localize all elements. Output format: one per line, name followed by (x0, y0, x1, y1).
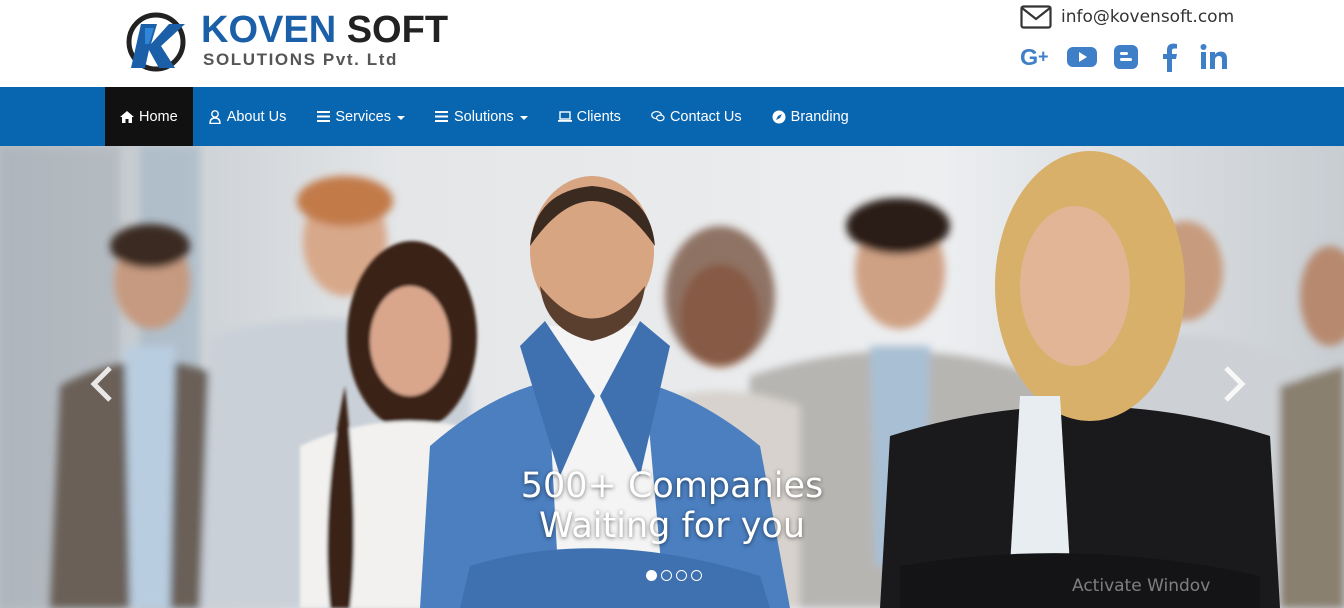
svg-text:+: + (1038, 46, 1049, 66)
main-navbar: Home About Us Services Solutions Clients… (0, 87, 1344, 146)
user-icon (208, 109, 222, 124)
nav-menu: Home About Us Services Solutions Clients… (105, 87, 864, 146)
nav-label-home: Home (139, 108, 178, 125)
nav-label-branding: Branding (790, 108, 849, 125)
nav-item-clients[interactable]: Clients (543, 87, 636, 146)
chevron-down-icon (519, 115, 528, 120)
menu-icon (435, 110, 449, 124)
carousel-dot-1[interactable] (646, 570, 657, 581)
chevron-down-icon (396, 115, 405, 120)
logo-subtitle: SOLUTIONS Pvt. Ltd (203, 50, 399, 69)
logo-name-part2: SOFT (346, 9, 449, 51)
company-logo[interactable]: KOVEN SOFT SOLUTIONS Pvt. Ltd (125, 8, 455, 74)
social-links: G + (1020, 40, 1240, 74)
carousel-dot-3[interactable] (676, 570, 687, 581)
compass-icon (772, 110, 786, 124)
email-contact[interactable]: info@kovensoft.com (1020, 4, 1234, 30)
laptop-icon (557, 110, 572, 124)
svg-text:G: G (1020, 44, 1038, 70)
caption-line-2: Waiting for you (538, 506, 806, 546)
nav-item-contact-us[interactable]: Contact Us (636, 87, 757, 146)
youtube-icon[interactable] (1064, 41, 1100, 73)
nav-label-about-us: About Us (226, 108, 287, 125)
carousel-dot-2[interactable] (661, 570, 672, 581)
nav-label-solutions: Solutions (453, 108, 514, 125)
site-header: KOVEN SOFT SOLUTIONS Pvt. Ltd info@koven… (0, 0, 1344, 87)
logo-wordmark: KOVEN SOFT (201, 10, 448, 50)
nav-label-services: Services (335, 108, 391, 125)
nav-label-clients: Clients (576, 108, 621, 125)
logo-name-part1: KOVEN (201, 9, 337, 51)
carousel-indicators (646, 570, 706, 581)
nav-item-about-us[interactable]: About Us (193, 87, 302, 146)
home-icon (120, 110, 134, 124)
slide-caption: 500+ Companies Waiting for you (0, 466, 1344, 546)
logo-mark-icon (126, 12, 186, 72)
nav-item-home[interactable]: Home (105, 87, 193, 146)
envelope-icon (1020, 5, 1052, 29)
next-slide-arrow-icon[interactable] (1220, 364, 1250, 404)
google-plus-icon[interactable]: G + (1020, 41, 1056, 73)
caption-line-1: 500+ Companies (520, 466, 824, 506)
carousel-dot-4[interactable] (691, 570, 702, 581)
nav-item-branding[interactable]: Branding (757, 87, 864, 146)
blogger-icon[interactable] (1108, 41, 1144, 73)
facebook-icon[interactable] (1152, 41, 1188, 73)
chat-icon (651, 110, 665, 124)
os-activation-watermark: Activate Windov (1072, 576, 1211, 596)
email-address[interactable]: info@kovensoft.com (1061, 7, 1234, 27)
linkedin-icon[interactable] (1196, 41, 1232, 73)
nav-label-contact-us: Contact Us (669, 108, 742, 125)
nav-item-services[interactable]: Services (301, 87, 420, 146)
hero-carousel: 500+ Companies Waiting for you Activate … (0, 146, 1344, 608)
prev-slide-arrow-icon[interactable] (86, 364, 116, 404)
nav-item-solutions[interactable]: Solutions (420, 87, 543, 146)
menu-icon (316, 110, 330, 124)
